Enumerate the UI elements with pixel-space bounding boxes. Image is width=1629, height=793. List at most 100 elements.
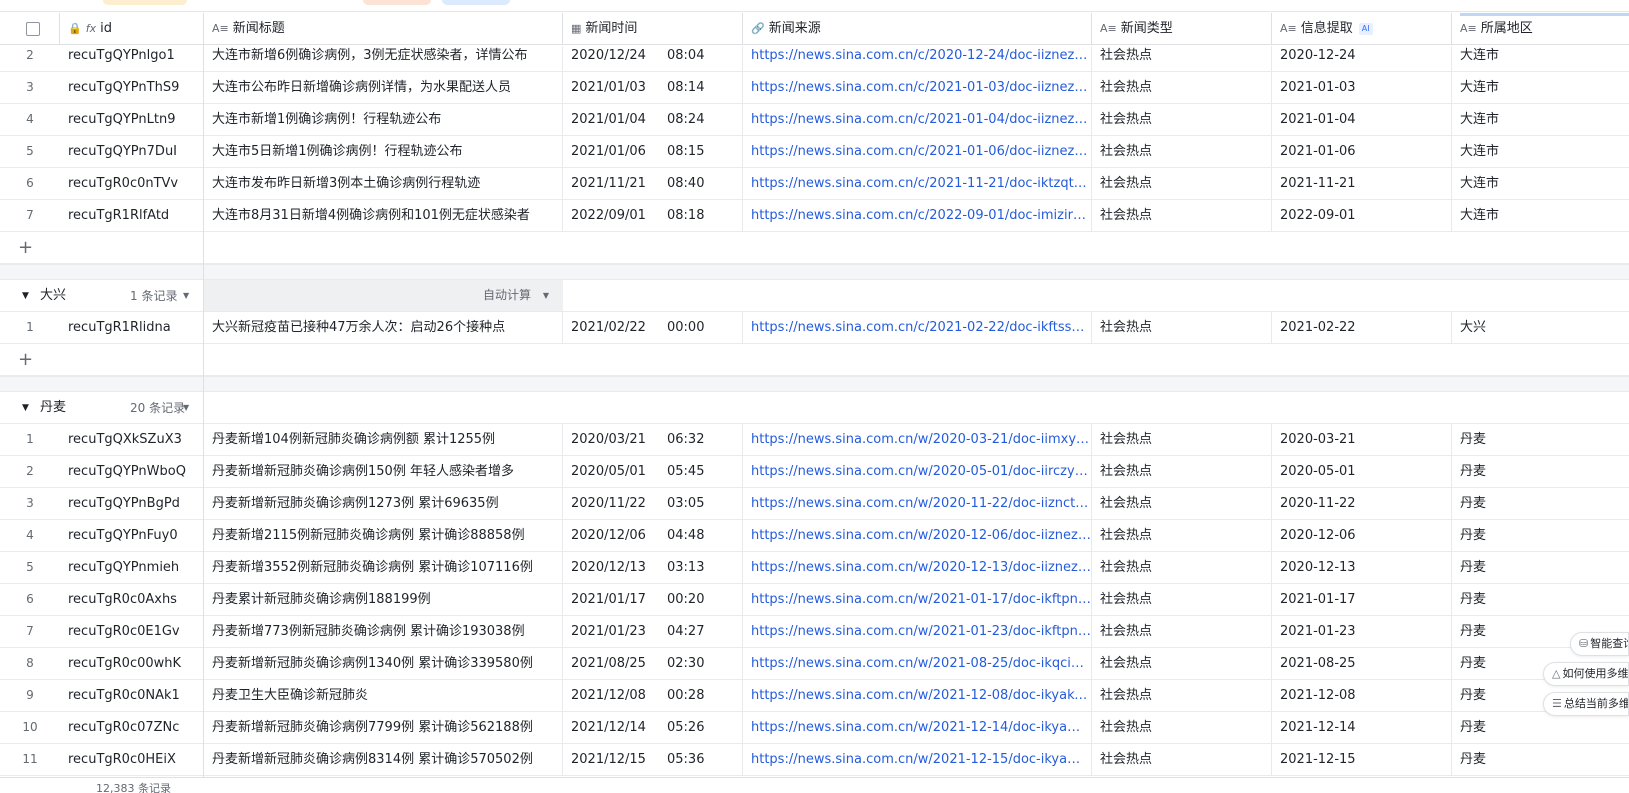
toolbar-pill[interactable]	[442, 0, 510, 5]
column-header-time[interactable]: ▦ 新闻时间	[563, 13, 743, 45]
extract-cell[interactable]: 2021-08-25	[1272, 648, 1452, 679]
type-cell[interactable]: 社会热点	[1092, 136, 1272, 167]
date-cell[interactable]: 2021/12/15	[563, 744, 667, 775]
title-cell[interactable]: 丹麦新增2115例新冠肺炎确诊病例 累计确诊88858例	[204, 520, 563, 551]
clock-cell[interactable]: 04:27	[667, 616, 743, 647]
date-cell[interactable]: 2021/12/14	[563, 712, 667, 743]
table-row[interactable]: 1 recuTgQXkSZuX3 丹麦新增104例新冠肺炎确诊病例额 累计1255例…	[0, 424, 1629, 456]
title-cell[interactable]: 大连市5日新增1例确诊病例！行程轨迹公布	[204, 136, 563, 167]
source-link[interactable]: https://news.sina.com.cn/w/2021-12-15/do…	[743, 744, 1092, 775]
title-cell[interactable]: 丹麦新增新冠肺炎确诊病例150例 年轻人感染者增多	[204, 456, 563, 487]
smart-query-button[interactable]: ⛁智能查询	[1570, 632, 1629, 656]
clock-cell[interactable]: 08:04	[667, 46, 743, 71]
chevron-down-icon[interactable]: ▼	[183, 392, 189, 424]
clock-cell[interactable]: 08:15	[667, 136, 743, 167]
region-cell[interactable]: 大连市	[1452, 200, 1629, 231]
title-cell[interactable]: 丹麦卫生大臣确诊新冠肺炎	[204, 680, 563, 711]
table-row[interactable]: 2 recuTgQYPnWboQ 丹麦新增新冠肺炎确诊病例150例 年轻人感染者增多…	[0, 456, 1629, 488]
source-link[interactable]: https://news.sina.com.cn/c/2021-01-04/do…	[743, 104, 1092, 135]
clock-cell[interactable]: 05:26	[667, 712, 743, 743]
source-link[interactable]: https://news.sina.com.cn/w/2020-12-13/do…	[743, 552, 1092, 583]
type-cell[interactable]: 社会热点	[1092, 680, 1272, 711]
column-header-title[interactable]: A≡ 新闻标题	[204, 13, 563, 45]
column-header-extract[interactable]: A≡ 信息提取 AI	[1272, 13, 1452, 45]
title-cell[interactable]: 丹麦新增104例新冠肺炎确诊病例额 累计1255例	[204, 424, 563, 455]
date-cell[interactable]: 2021/12/08	[563, 680, 667, 711]
table-row[interactable]: 11 recuTgR0c0HEiX 丹麦新增新冠肺炎确诊病例8314例 累计确诊57…	[0, 744, 1629, 776]
table-row[interactable]: 3 recuTgQYPnBgPd 丹麦新增新冠肺炎确诊病例1273例 累计69635…	[0, 488, 1629, 520]
add-row-button[interactable]: +	[0, 232, 1629, 264]
extract-cell[interactable]: 2021-02-22	[1272, 312, 1452, 343]
source-link[interactable]: https://news.sina.com.cn/c/2020-12-24/do…	[743, 46, 1092, 71]
column-header-type[interactable]: A≡ 新闻类型	[1092, 13, 1272, 45]
title-cell[interactable]: 丹麦新增新冠肺炎确诊病例1340例 累计确诊339580例	[204, 648, 563, 679]
clock-cell[interactable]: 00:28	[667, 680, 743, 711]
auto-calc-cell[interactable]: 自动计算 ▼	[204, 280, 563, 311]
table-row[interactable]: 4 recuTgQYPnFuy0 丹麦新增2115例新冠肺炎确诊病例 累计确诊888…	[0, 520, 1629, 552]
extract-cell[interactable]: 2021-01-06	[1272, 136, 1452, 167]
type-cell[interactable]: 社会热点	[1092, 616, 1272, 647]
clock-cell[interactable]: 05:45	[667, 456, 743, 487]
source-link[interactable]: https://news.sina.com.cn/w/2021-12-14/do…	[743, 712, 1092, 743]
table-row[interactable]: 7 recuTgR1RlfAtd 大连市8月31日新增4例确诊病例和101例无症状感…	[0, 200, 1629, 232]
id-cell[interactable]: recuTgQYPn7DuI	[60, 136, 204, 167]
add-row-button[interactable]: +	[0, 344, 1629, 376]
source-link[interactable]: https://news.sina.com.cn/c/2021-11-21/do…	[743, 168, 1092, 199]
id-cell[interactable]: recuTgQYPnThS9	[60, 72, 204, 103]
type-cell[interactable]: 社会热点	[1092, 168, 1272, 199]
extract-cell[interactable]: 2020-11-22	[1272, 488, 1452, 519]
clock-cell[interactable]: 06:32	[667, 424, 743, 455]
column-header-region[interactable]: A≡ 所属地区	[1452, 13, 1629, 45]
id-cell[interactable]: recuTgQYPnWboQ	[60, 456, 204, 487]
date-cell[interactable]: 2020/11/22	[563, 488, 667, 519]
title-cell[interactable]: 丹麦新增新冠肺炎确诊病例1273例 累计69635例	[204, 488, 563, 519]
id-cell[interactable]: recuTgR0c0NAk1	[60, 680, 204, 711]
type-cell[interactable]: 社会热点	[1092, 488, 1272, 519]
id-cell[interactable]: recuTgQYPnlgo1	[60, 46, 204, 71]
title-cell[interactable]: 大兴新冠疫苗已接种47万余人次：启动26个接种点	[204, 312, 563, 343]
source-link[interactable]: https://news.sina.com.cn/c/2022-09-01/do…	[743, 200, 1092, 231]
region-cell[interactable]: 丹麦	[1452, 552, 1629, 583]
source-link[interactable]: https://news.sina.com.cn/w/2020-12-06/do…	[743, 520, 1092, 551]
date-cell[interactable]: 2020/12/13	[563, 552, 667, 583]
group-header[interactable]: ▼ 丹麦 20 条记录 ▼	[0, 392, 1629, 424]
type-cell[interactable]: 社会热点	[1092, 744, 1272, 775]
region-cell[interactable]: 大连市	[1452, 46, 1629, 71]
source-link[interactable]: https://news.sina.com.cn/w/2020-03-21/do…	[743, 424, 1092, 455]
extract-cell[interactable]: 2022-09-01	[1272, 200, 1452, 231]
date-cell[interactable]: 2021/02/22	[563, 312, 667, 343]
toolbar-pill[interactable]	[363, 0, 431, 5]
region-cell[interactable]: 大连市	[1452, 72, 1629, 103]
region-cell[interactable]: 丹麦	[1452, 456, 1629, 487]
title-cell[interactable]: 丹麦新增新冠肺炎确诊病例8314例 累计确诊570502例	[204, 744, 563, 775]
table-row[interactable]: 9 recuTgR0c0NAk1 丹麦卫生大臣确诊新冠肺炎 2021/12/08 00:…	[0, 680, 1629, 712]
id-cell[interactable]: recuTgR0c0HEiX	[60, 744, 204, 775]
chevron-down-icon[interactable]: ▼	[183, 280, 189, 312]
summarize-button[interactable]: ☰总结当前多维表格	[1543, 692, 1629, 716]
table-row[interactable]: 2 recuTgQYPnlgo1 大连市新增6例确诊病例，3例无症状感染者，详情公布…	[0, 46, 1629, 72]
collapse-triangle-icon[interactable]: ▼	[22, 280, 29, 312]
source-link[interactable]: https://news.sina.com.cn/w/2021-08-25/do…	[743, 648, 1092, 679]
extract-cell[interactable]: 2021-01-04	[1272, 104, 1452, 135]
id-cell[interactable]: recuTgR1RlfAtd	[60, 200, 204, 231]
extract-cell[interactable]: 2021-12-08	[1272, 680, 1452, 711]
region-cell[interactable]: 大兴	[1452, 312, 1629, 343]
toolbar-pill[interactable]	[103, 0, 187, 5]
source-link[interactable]: https://news.sina.com.cn/w/2020-11-22/do…	[743, 488, 1092, 519]
source-link[interactable]: https://news.sina.com.cn/w/2021-12-08/do…	[743, 680, 1092, 711]
type-cell[interactable]: 社会热点	[1092, 46, 1272, 71]
extract-cell[interactable]: 2021-12-15	[1272, 744, 1452, 775]
clock-cell[interactable]: 00:00	[667, 312, 743, 343]
region-cell[interactable]: 大连市	[1452, 168, 1629, 199]
id-cell[interactable]: recuTgR0c07ZNc	[60, 712, 204, 743]
source-link[interactable]: https://news.sina.com.cn/c/2021-02-22/do…	[743, 312, 1092, 343]
source-link[interactable]: https://news.sina.com.cn/w/2021-01-23/do…	[743, 616, 1092, 647]
date-cell[interactable]: 2022/09/01	[563, 200, 667, 231]
extract-cell[interactable]: 2021-12-14	[1272, 712, 1452, 743]
date-cell[interactable]: 2021/01/06	[563, 136, 667, 167]
type-cell[interactable]: 社会热点	[1092, 552, 1272, 583]
source-link[interactable]: https://news.sina.com.cn/w/2020-05-01/do…	[743, 456, 1092, 487]
clock-cell[interactable]: 00:20	[667, 584, 743, 615]
type-cell[interactable]: 社会热点	[1092, 648, 1272, 679]
table-row[interactable]: 5 recuTgQYPn7DuI 大连市5日新增1例确诊病例！行程轨迹公布 2021/…	[0, 136, 1629, 168]
